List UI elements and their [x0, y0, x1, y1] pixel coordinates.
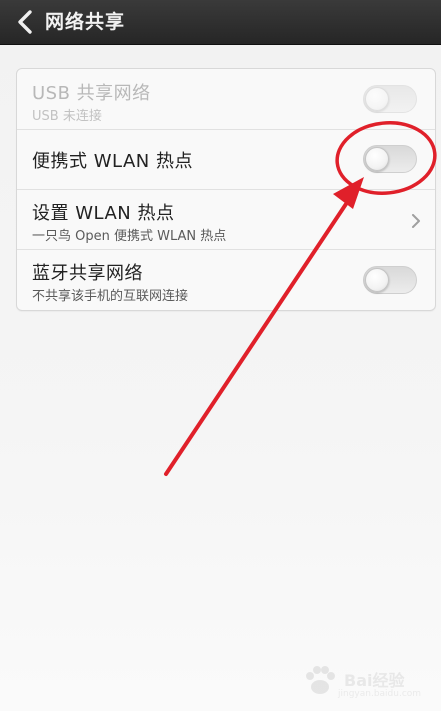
toggle-knob — [365, 268, 389, 292]
setting-subtitle-bluetooth-tethering: 不共享该手机的互联网连接 — [32, 289, 189, 304]
setting-label-portable-hotspot: 便携式 WLAN 热点 — [32, 151, 193, 172]
toggle-knob — [365, 147, 389, 171]
setting-row-usb-tethering: USB 共享网络 USB 未连接 — [17, 69, 435, 130]
chevron-right-icon — [412, 214, 420, 228]
portable-hotspot-toggle[interactable] — [363, 145, 417, 173]
setting-label-configure-hotspot: 设置 WLAN 热点 — [32, 203, 175, 224]
setting-row-configure-hotspot[interactable]: 设置 WLAN 热点 一只鸟 Open 便携式 WLAN 热点 — [17, 189, 435, 250]
setting-row-portable-hotspot[interactable]: 便携式 WLAN 热点 — [17, 129, 435, 190]
setting-subtitle-configure-hotspot: 一只鸟 Open 便携式 WLAN 热点 — [32, 229, 227, 244]
toggle-knob — [365, 87, 389, 111]
watermark-url: jingyan.baidu.com — [338, 689, 422, 699]
setting-label-bluetooth-tethering: 蓝牙共享网络 — [32, 263, 143, 284]
paw-icon — [306, 666, 335, 694]
bluetooth-tethering-toggle[interactable] — [363, 266, 417, 294]
title-bar: 网络共享 — [0, 0, 441, 45]
page-title: 网络共享 — [45, 11, 126, 33]
setting-row-bluetooth-tethering[interactable]: 蓝牙共享网络 不共享该手机的互联网连接 — [17, 249, 435, 310]
setting-label-usb-tethering: USB 共享网络 — [32, 83, 151, 104]
setting-subtitle-usb-tethering: USB 未连接 — [32, 109, 102, 124]
back-button[interactable] — [8, 6, 42, 38]
watermark: Bai经验 jingyan.baidu.com — [300, 655, 430, 705]
chevron-left-icon — [18, 10, 32, 34]
watermark-brand: Bai经验 — [344, 671, 405, 690]
settings-card: USB 共享网络 USB 未连接 便携式 WLAN 热点 设置 WLAN 热点 … — [16, 68, 436, 311]
usb-tethering-toggle — [363, 85, 417, 113]
